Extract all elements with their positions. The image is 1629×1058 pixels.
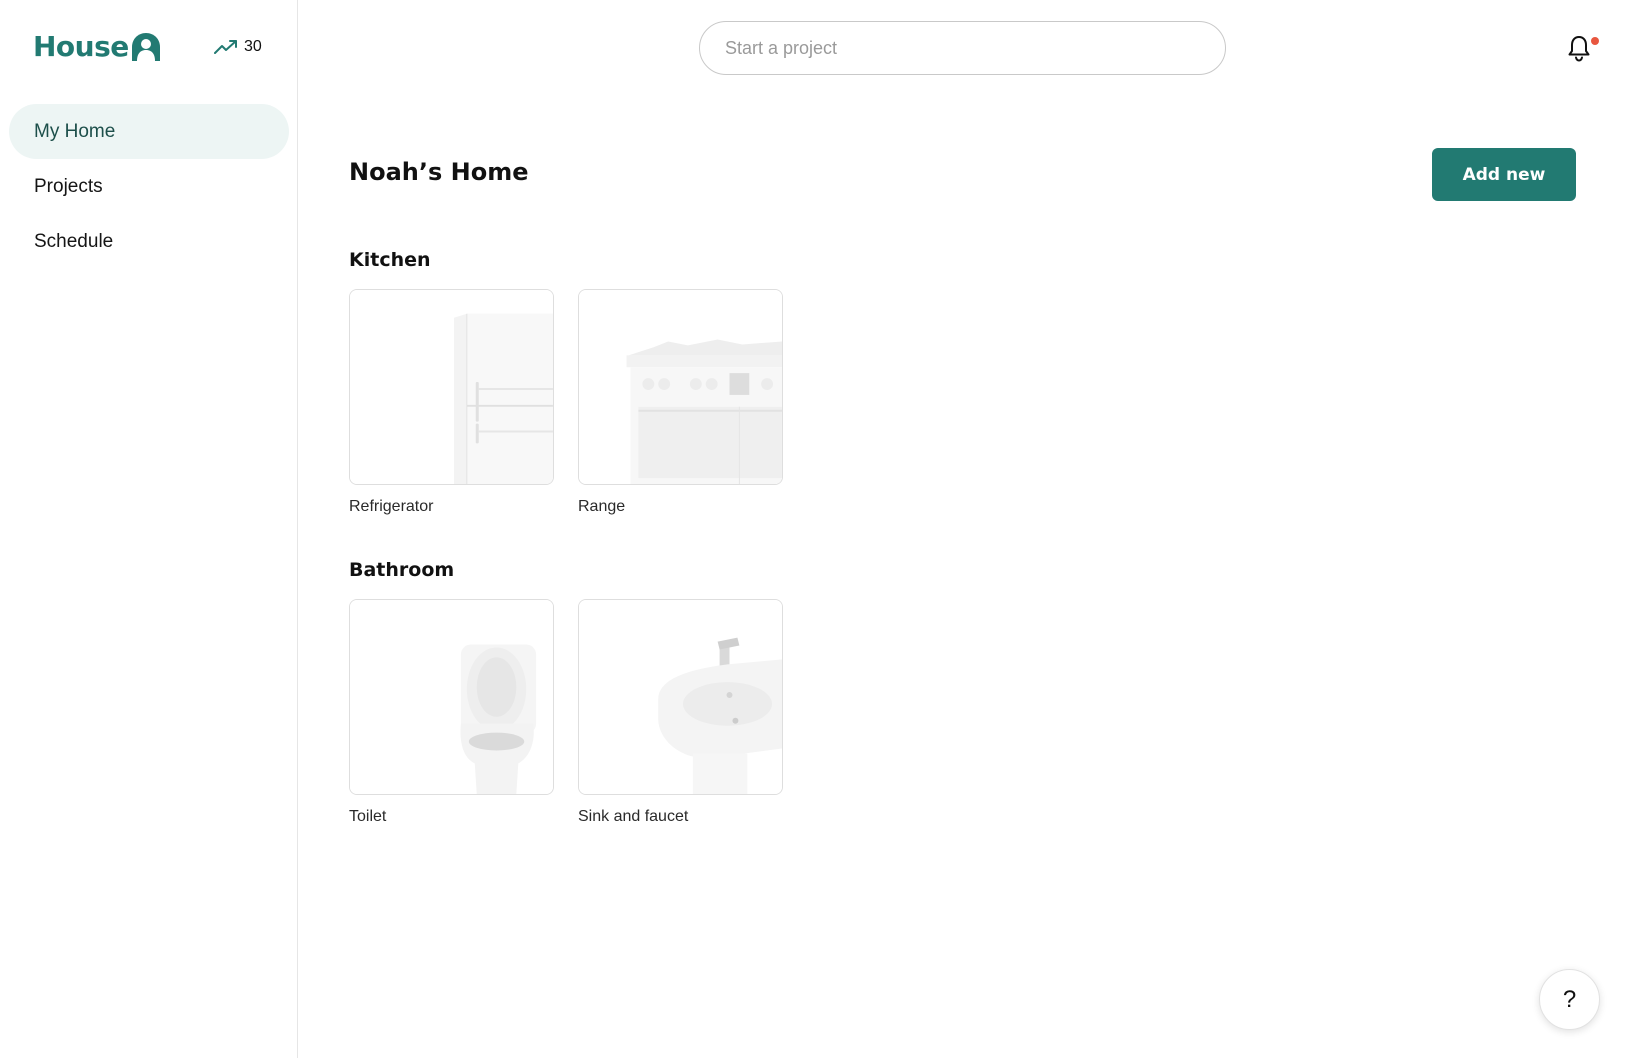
sidebar-item-label: My Home xyxy=(34,120,116,142)
section-title-bathroom: Bathroom xyxy=(349,559,455,581)
sidebar-item-label: Schedule xyxy=(34,230,114,252)
search-input[interactable] xyxy=(700,22,1225,74)
sidebar-item-schedule[interactable]: Schedule xyxy=(9,214,289,269)
range-image xyxy=(578,289,783,485)
sink-image xyxy=(578,599,783,795)
help-button[interactable]: ? xyxy=(1539,969,1600,1030)
bell-icon[interactable] xyxy=(1564,33,1594,63)
add-new-button[interactable]: Add new xyxy=(1432,148,1576,201)
appliance-card-toilet[interactable]: Toilet xyxy=(349,599,554,826)
section-title-kitchen: Kitchen xyxy=(349,249,431,271)
sidebar: House 30 My Home Projects Schedule xyxy=(0,0,298,1058)
card-label: Toilet xyxy=(349,808,387,825)
trending-up-icon xyxy=(214,40,237,54)
sidebar-nav: My Home Projects Schedule xyxy=(9,104,289,269)
card-label: Range xyxy=(578,498,626,515)
page-title: Noah’s Home xyxy=(349,158,529,186)
card-label: Refrigerator xyxy=(349,498,434,515)
brand-name: House xyxy=(33,30,129,63)
card-label: Sink and faucet xyxy=(578,808,689,825)
sidebar-item-label: Projects xyxy=(34,175,103,197)
search-bar[interactable] xyxy=(699,21,1226,75)
sidebar-item-my-home[interactable]: My Home xyxy=(9,104,289,159)
appliance-card-range[interactable]: Range xyxy=(578,289,783,516)
brand-logo[interactable]: House xyxy=(33,30,162,63)
toilet-image xyxy=(349,599,554,795)
sidebar-item-projects[interactable]: Projects xyxy=(9,159,289,214)
score-indicator: 30 xyxy=(214,38,262,56)
score-value: 30 xyxy=(244,38,262,55)
appliance-card-sink[interactable]: Sink and faucet xyxy=(578,599,783,826)
house-person-icon xyxy=(131,32,160,61)
help-icon: ? xyxy=(1562,985,1577,1013)
appliance-card-refrigerator[interactable]: Refrigerator xyxy=(349,289,554,516)
notification-dot xyxy=(1591,37,1599,45)
refrigerator-image xyxy=(349,289,554,485)
